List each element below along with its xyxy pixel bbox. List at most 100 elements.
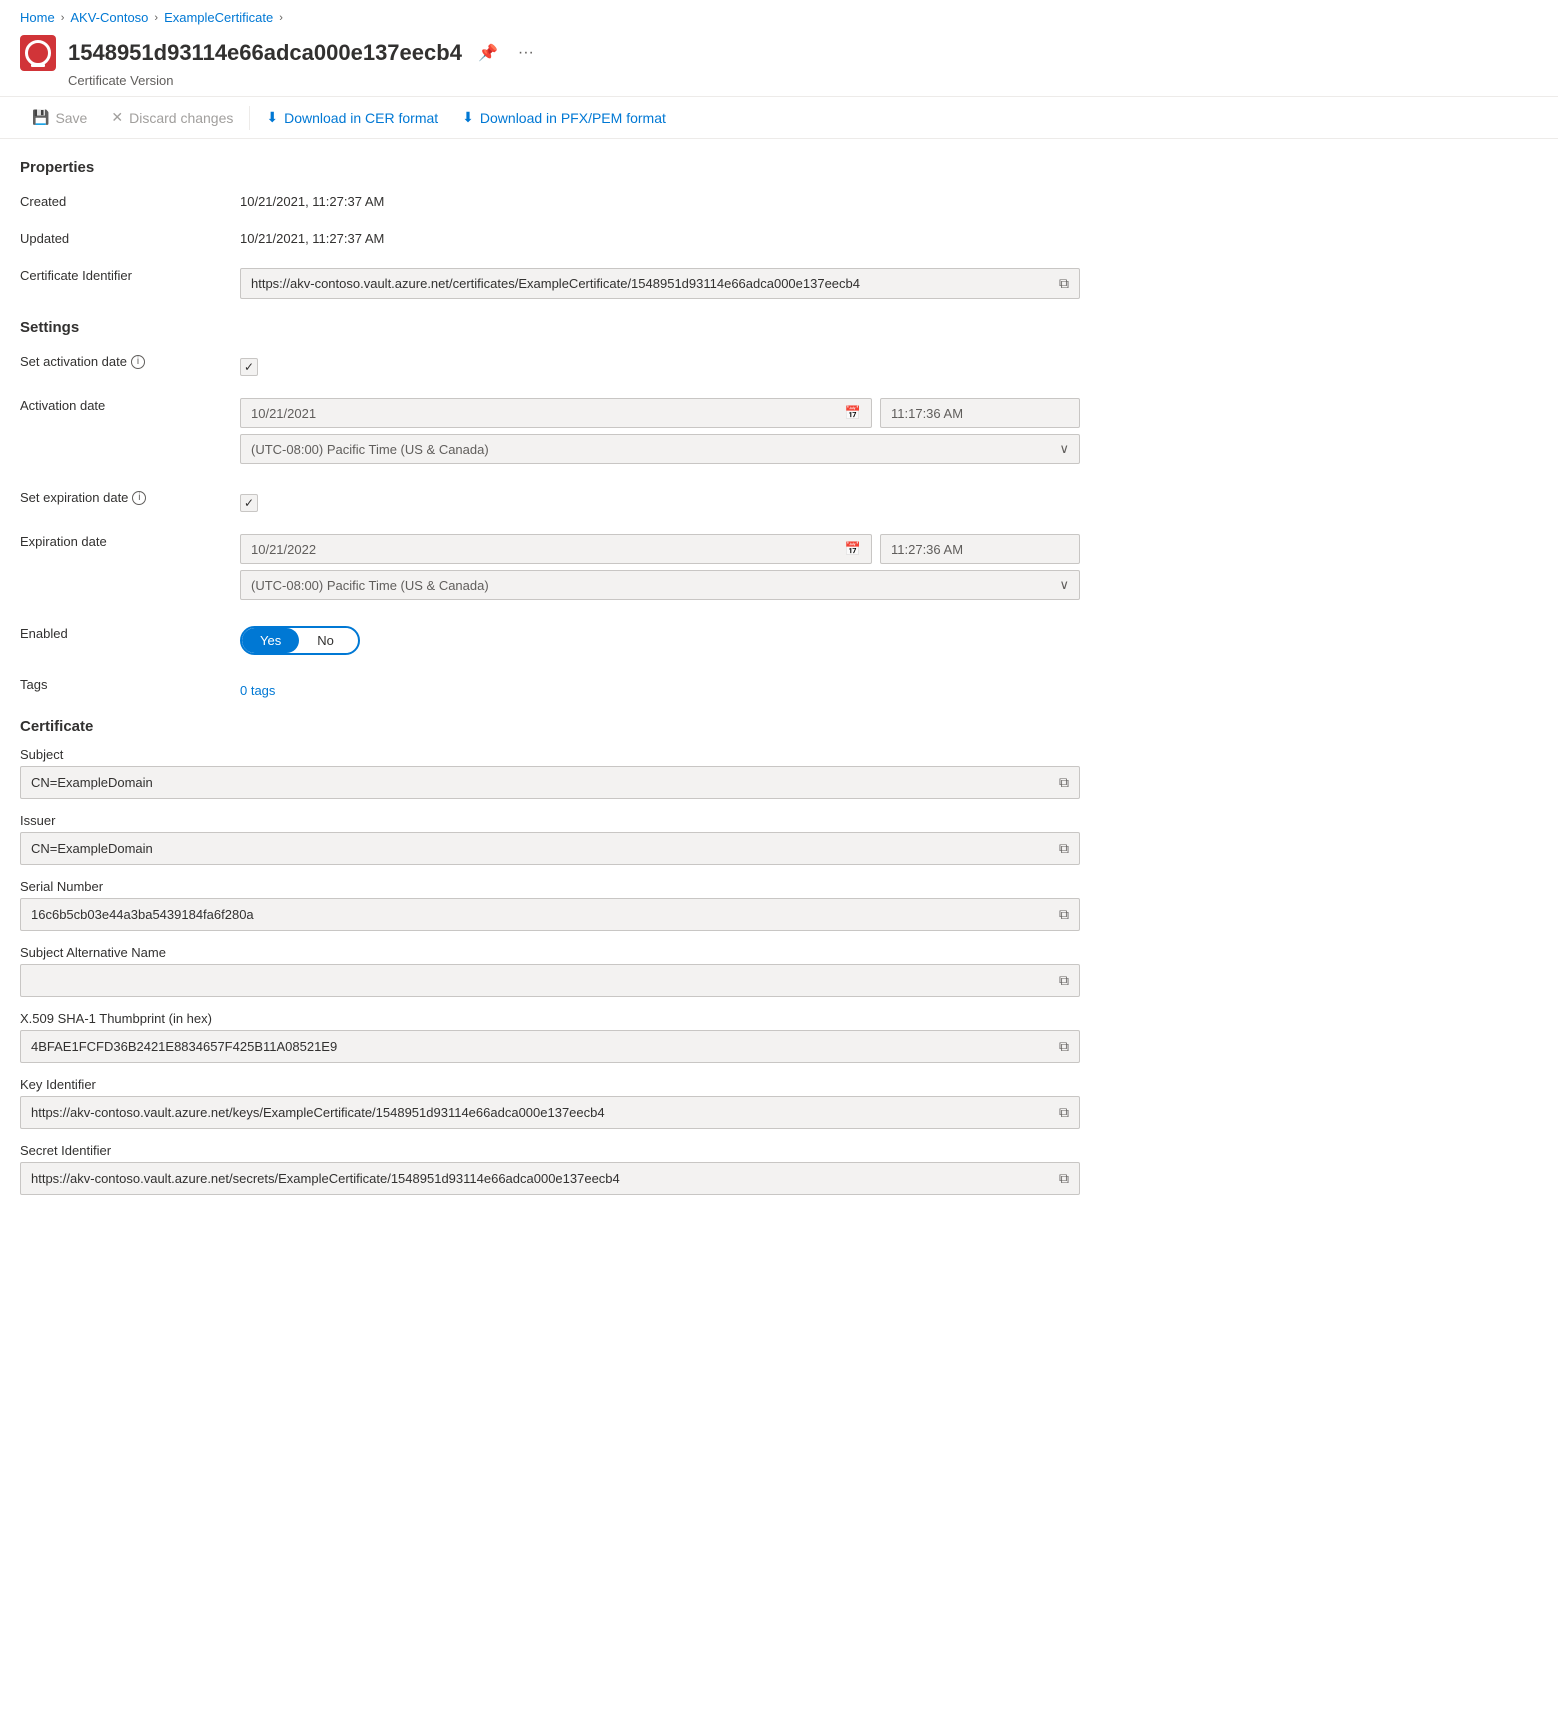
set-expiration-date-field: Set expiration date i <box>20 484 1080 512</box>
toggle-no-button[interactable]: No <box>299 628 352 653</box>
activation-timezone-select[interactable]: (UTC-08:00) Pacific Time (US & Canada) ∨ <box>240 434 1080 464</box>
activation-date-info-icon[interactable]: i <box>131 355 145 369</box>
expiration-date-label: Expiration date <box>20 528 240 549</box>
secret-identifier-field: Secret Identifier https://akv-contoso.va… <box>20 1143 1080 1195</box>
copy-key-identifier-button[interactable]: ⧉ <box>1059 1104 1069 1121</box>
san-value-input: ⧉ <box>20 964 1080 997</box>
expiration-date-checkbox[interactable] <box>240 494 258 512</box>
cert-identifier-label: Certificate Identifier <box>20 262 240 283</box>
discard-button[interactable]: ✕ Discard changes <box>99 103 245 132</box>
enabled-toggle: Yes No <box>240 620 1080 655</box>
set-activation-date-field: Set activation date i <box>20 348 1080 376</box>
copy-serial-button[interactable]: ⧉ <box>1059 906 1069 923</box>
expiration-timezone-select[interactable]: (UTC-08:00) Pacific Time (US & Canada) ∨ <box>240 570 1080 600</box>
chevron-icon-2: › <box>154 12 158 24</box>
chevron-icon-3: › <box>279 12 283 24</box>
discard-icon: ✕ <box>111 109 123 126</box>
download-pfx-button[interactable]: ⬇ Download in PFX/PEM format <box>450 103 678 132</box>
set-expiration-date-label: Set expiration date i <box>20 484 240 505</box>
expiration-date-time-row: 10/21/2022 📅 11:27:36 AM <box>240 534 1080 564</box>
key-identifier-field: Key Identifier https://akv-contoso.vault… <box>20 1077 1080 1129</box>
copy-issuer-button[interactable]: ⧉ <box>1059 840 1069 857</box>
breadcrumb-home[interactable]: Home <box>20 10 55 25</box>
activation-calendar-icon[interactable]: 📅 <box>845 405 861 421</box>
updated-label: Updated <box>20 225 240 246</box>
created-field: Created 10/21/2021, 11:27:37 AM <box>20 188 1080 209</box>
activation-date-label: Activation date <box>20 392 240 413</box>
updated-field: Updated 10/21/2021, 11:27:37 AM <box>20 225 1080 246</box>
copy-san-button[interactable]: ⧉ <box>1059 972 1069 989</box>
properties-section-title: Properties <box>20 159 1080 176</box>
key-identifier-label: Key Identifier <box>20 1077 1080 1092</box>
save-icon: 💾 <box>32 109 49 126</box>
cert-identifier-field: Certificate Identifier https://akv-conto… <box>20 262 1080 299</box>
download-pfx-icon: ⬇ <box>462 109 474 126</box>
tags-label: Tags <box>20 671 240 692</box>
activation-timezone-chevron: ∨ <box>1059 441 1069 457</box>
cert-identifier-input: https://akv-contoso.vault.azure.net/cert… <box>240 268 1080 299</box>
toggle-yes-button[interactable]: Yes <box>242 628 299 653</box>
expiration-date-info-icon[interactable]: i <box>132 491 146 505</box>
san-label: Subject Alternative Name <box>20 945 1080 960</box>
copy-cert-identifier-button[interactable]: ⧉ <box>1051 275 1069 292</box>
activation-date-input[interactable]: 10/21/2021 📅 <box>240 398 872 428</box>
thumbprint-field: X.509 SHA-1 Thumbprint (in hex) 4BFAE1FC… <box>20 1011 1080 1063</box>
set-activation-date-value <box>240 348 1080 376</box>
settings-section-title: Settings <box>20 319 1080 336</box>
activation-date-inputs: 10/21/2021 📅 11:17:36 AM (UTC-08:00) Pac… <box>240 392 1080 468</box>
secret-identifier-label: Secret Identifier <box>20 1143 1080 1158</box>
breadcrumb-cert[interactable]: ExampleCertificate <box>164 10 273 25</box>
issuer-field: Issuer CN=ExampleDomain ⧉ <box>20 813 1080 865</box>
toolbar: 💾 Save ✕ Discard changes ⬇ Download in C… <box>0 96 1558 139</box>
expiration-time-input[interactable]: 11:27:36 AM <box>880 534 1080 564</box>
activation-date-checkbox[interactable] <box>240 358 258 376</box>
tags-field: Tags 0 tags <box>20 671 1080 698</box>
breadcrumb-vault[interactable]: AKV-Contoso <box>70 10 148 25</box>
copy-secret-identifier-button[interactable]: ⧉ <box>1059 1170 1069 1187</box>
main-content: Properties Created 10/21/2021, 11:27:37 … <box>0 139 1100 1249</box>
created-value: 10/21/2021, 11:27:37 AM <box>240 188 1080 209</box>
expiration-checkbox-wrapper <box>240 490 1080 512</box>
expiration-calendar-icon[interactable]: 📅 <box>845 541 861 557</box>
enabled-label: Enabled <box>20 620 240 641</box>
thumbprint-label: X.509 SHA-1 Thumbprint (in hex) <box>20 1011 1080 1026</box>
toolbar-separator <box>249 106 250 130</box>
serial-number-field: Serial Number 16c6b5cb03e44a3ba5439184fa… <box>20 879 1080 931</box>
key-identifier-value-input: https://akv-contoso.vault.azure.net/keys… <box>20 1096 1080 1129</box>
issuer-value-input: CN=ExampleDomain ⧉ <box>20 832 1080 865</box>
copy-thumbprint-button[interactable]: ⧉ <box>1059 1038 1069 1055</box>
san-field: Subject Alternative Name ⧉ <box>20 945 1080 997</box>
serial-number-label: Serial Number <box>20 879 1080 894</box>
subject-label: Subject <box>20 747 1080 762</box>
tags-link[interactable]: 0 tags <box>240 677 1080 698</box>
more-options-icon[interactable]: ··· <box>514 40 538 66</box>
activation-time-input[interactable]: 11:17:36 AM <box>880 398 1080 428</box>
download-cer-button[interactable]: ⬇ Download in CER format <box>254 103 450 132</box>
expiration-date-inputs: 10/21/2022 📅 11:27:36 AM (UTC-08:00) Pac… <box>240 528 1080 604</box>
enabled-toggle-wrapper[interactable]: Yes No <box>240 626 360 655</box>
thumbprint-value-input: 4BFAE1FCFD36B2421E8834657F425B11A08521E9… <box>20 1030 1080 1063</box>
cert-identifier-value: https://akv-contoso.vault.azure.net/cert… <box>240 262 1080 299</box>
pin-icon[interactable]: 📌 <box>474 39 502 67</box>
set-expiration-date-value <box>240 484 1080 512</box>
secret-identifier-value-input: https://akv-contoso.vault.azure.net/secr… <box>20 1162 1080 1195</box>
save-button[interactable]: 💾 Save <box>20 103 99 132</box>
subject-field: Subject CN=ExampleDomain ⧉ <box>20 747 1080 799</box>
updated-value: 10/21/2021, 11:27:37 AM <box>240 225 1080 246</box>
tags-value: 0 tags <box>240 671 1080 698</box>
breadcrumb: Home › AKV-Contoso › ExampleCertificate … <box>0 0 1558 29</box>
copy-subject-button[interactable]: ⧉ <box>1059 774 1069 791</box>
expiration-timezone-chevron: ∨ <box>1059 577 1069 593</box>
expiration-date-field: Expiration date 10/21/2022 📅 11:27:36 AM… <box>20 528 1080 604</box>
set-activation-date-label: Set activation date i <box>20 348 240 369</box>
page-subtitle: Certificate Version <box>0 73 1558 96</box>
expiration-date-input[interactable]: 10/21/2022 📅 <box>240 534 872 564</box>
enabled-field: Enabled Yes No <box>20 620 1080 655</box>
download-cer-icon: ⬇ <box>266 109 278 126</box>
issuer-label: Issuer <box>20 813 1080 828</box>
activation-date-field: Activation date 10/21/2021 📅 11:17:36 AM… <box>20 392 1080 468</box>
page-header: 1548951d93114e66adca000e137eecb4 📌 ··· <box>0 29 1558 73</box>
chevron-icon: › <box>61 12 65 24</box>
serial-number-value-input: 16c6b5cb03e44a3ba5439184fa6f280a ⧉ <box>20 898 1080 931</box>
subject-value-input: CN=ExampleDomain ⧉ <box>20 766 1080 799</box>
